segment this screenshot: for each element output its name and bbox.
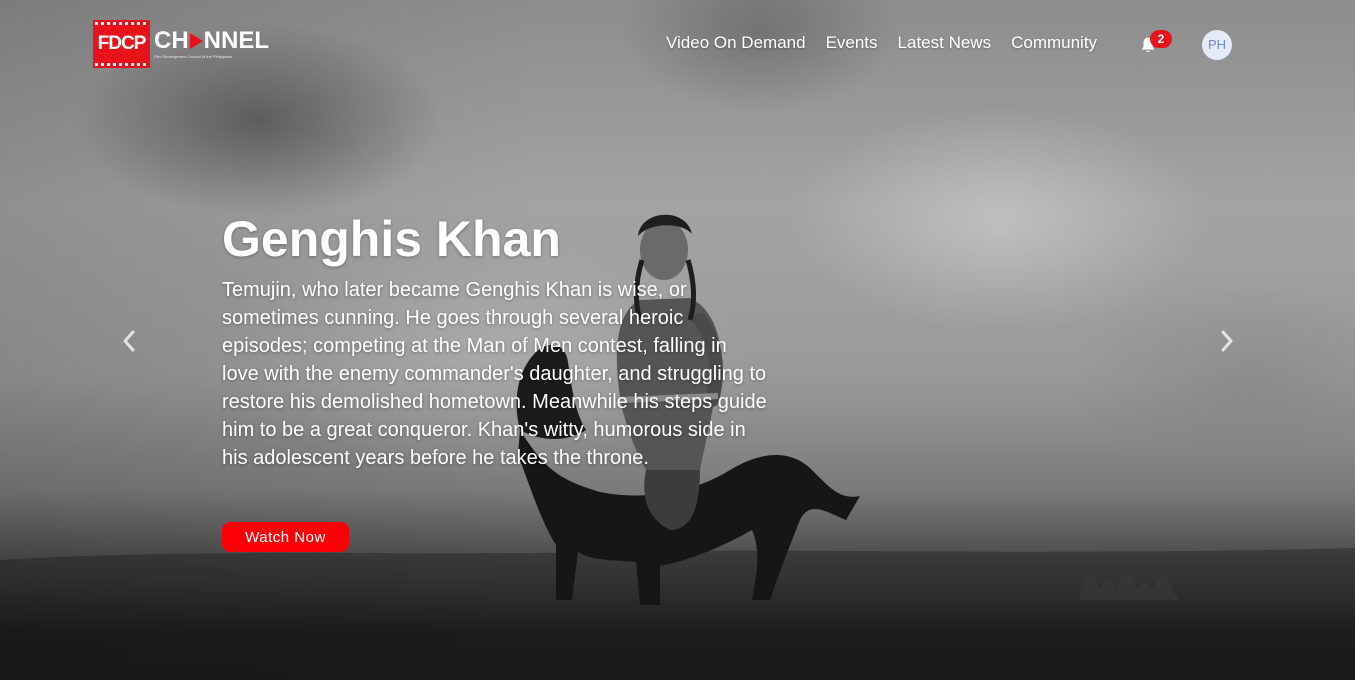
carousel-prev-button[interactable] [114, 324, 144, 358]
watch-now-button[interactable]: Watch Now [222, 522, 349, 552]
logo-channel-part-a: CH [154, 27, 189, 54]
hero-caption: Genghis Khan Temujin, who later became G… [222, 210, 772, 472]
logo-tagline: Film Development Council of the Philippi… [154, 54, 233, 59]
nav-latest-news[interactable]: Latest News [898, 32, 992, 54]
logo-wordmark: CH NNEL Film Development Council of the … [154, 29, 269, 60]
notification-count-badge: 2 [1150, 30, 1172, 48]
nav-community[interactable]: Community [1011, 32, 1097, 54]
nav-video-on-demand[interactable]: Video On Demand [666, 32, 806, 54]
movie-title: Genghis Khan [222, 211, 561, 267]
logo-channel-part-b: NNEL [203, 27, 270, 54]
logo-mark: FDCP [93, 20, 150, 68]
fdcp-channel-logo[interactable]: FDCP CH NNEL Film Development Council of… [93, 20, 269, 68]
user-avatar[interactable]: PH [1202, 30, 1232, 60]
movie-description: Temujin, who later became Genghis Khan i… [222, 279, 767, 469]
logo-mark-text: FDCP [97, 33, 147, 54]
logo-channel-text: CH NNEL [154, 29, 269, 53]
nav-events[interactable]: Events [826, 32, 878, 54]
chevron-right-icon [1221, 330, 1233, 352]
top-navigation: FDCP CH NNEL Film Development Council of… [0, 0, 1355, 90]
play-icon [189, 33, 203, 49]
carousel-next-button[interactable] [1212, 324, 1242, 358]
chevron-left-icon [123, 330, 135, 352]
main-nav: Video On Demand Events Latest News Commu… [666, 32, 1097, 54]
